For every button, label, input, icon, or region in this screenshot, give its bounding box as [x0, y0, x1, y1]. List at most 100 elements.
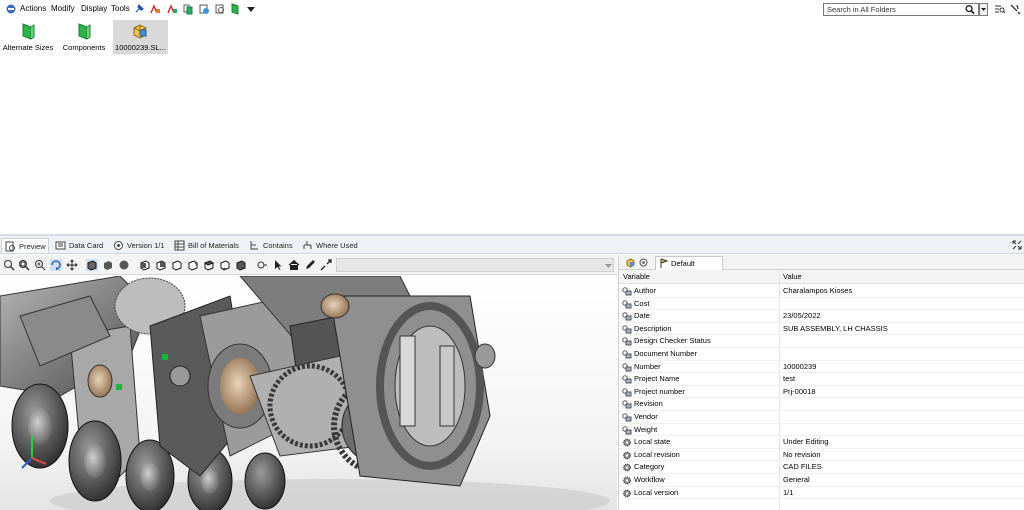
- view-back-icon[interactable]: [155, 259, 167, 271]
- check-in-icon[interactable]: [166, 3, 178, 15]
- check-out-icon[interactable]: [149, 3, 161, 15]
- variable-name: Design Checker Status: [634, 336, 711, 346]
- search-list-icon[interactable]: [994, 3, 1006, 15]
- view-front-icon[interactable]: [139, 259, 151, 271]
- variable-row[interactable]: Local revision No revision: [619, 449, 1024, 462]
- search-icon[interactable]: [964, 4, 976, 15]
- shaded-icon[interactable]: [102, 259, 114, 271]
- variable-row[interactable]: Cost: [619, 298, 1024, 311]
- file-label: 10000239.SL...: [115, 43, 166, 52]
- variable-row[interactable]: Revision: [619, 398, 1024, 411]
- zoom-to-fit-icon[interactable]: [3, 259, 15, 271]
- measure-icon[interactable]: [256, 259, 268, 271]
- vault-icon[interactable]: [5, 3, 17, 15]
- rotate-icon[interactable]: [50, 259, 62, 271]
- tab-bill-of-materials[interactable]: Bill of Materials: [171, 238, 243, 253]
- menu-modify[interactable]: Modify: [51, 4, 75, 13]
- select-arrow-icon[interactable]: [272, 259, 284, 271]
- zoom-to-area-icon[interactable]: [18, 259, 30, 271]
- view-left-icon[interactable]: [171, 259, 183, 271]
- expand-icon[interactable]: [1012, 240, 1022, 250]
- datacard-panel: Default Variable Value Author Charalampos…: [618, 255, 1024, 510]
- tab-preview[interactable]: Preview: [1, 238, 49, 253]
- markup-pen-icon[interactable]: [304, 259, 316, 271]
- tab-label: Bill of Materials: [188, 241, 239, 250]
- variable-value[interactable]: CAD FILES: [783, 461, 822, 474]
- configuration-dropdown[interactable]: [336, 258, 614, 272]
- tab-default-configuration[interactable]: Default: [655, 256, 723, 270]
- tab-data-card[interactable]: Data Card: [52, 238, 107, 253]
- tab-where-used[interactable]: Where Used: [299, 238, 361, 253]
- variable-row[interactable]: Project Name test: [619, 373, 1024, 386]
- variable-value[interactable]: No revision: [783, 449, 821, 462]
- variable-value[interactable]: 10000239: [783, 361, 816, 374]
- chevron-down-icon: [981, 8, 986, 11]
- variable-row[interactable]: Category CAD FILES: [619, 461, 1024, 474]
- view-right-icon[interactable]: [187, 259, 199, 271]
- folder-alternate-sizes[interactable]: Alternate Sizes: [0, 20, 56, 54]
- folder-components[interactable]: Components: [58, 20, 110, 54]
- variable-row[interactable]: Design Checker Status: [619, 335, 1024, 348]
- variable-row[interactable]: Project number Prj-00018: [619, 386, 1024, 399]
- search-input[interactable]: Search in All Folders: [823, 3, 979, 16]
- pin-icon[interactable]: [133, 3, 145, 15]
- view-top-icon[interactable]: [203, 259, 215, 271]
- variable-value[interactable]: SUB ASSEMBLY, LH CHASSIS: [783, 323, 888, 336]
- variable-row[interactable]: Workflow General: [619, 474, 1024, 487]
- column-header-value[interactable]: Value: [780, 270, 1024, 284]
- variable-row[interactable]: Local state Under Editing: [619, 436, 1024, 449]
- solidworks-assembly-icon[interactable]: [625, 257, 636, 268]
- variable-row[interactable]: Weight: [619, 424, 1024, 437]
- shaded-with-edges-icon[interactable]: [86, 259, 98, 271]
- variable-row[interactable]: Vendor: [619, 411, 1024, 424]
- menu-display[interactable]: Display: [81, 4, 107, 13]
- gear-icon: [623, 476, 631, 485]
- variable-value[interactable]: 23/05/2022: [783, 310, 821, 323]
- tab-contains[interactable]: Contains: [246, 238, 296, 253]
- variable-row[interactable]: Number 10000239: [619, 361, 1024, 374]
- variable-row[interactable]: Document Number: [619, 348, 1024, 361]
- file-10000239-sldasm[interactable]: 10000239.SL...: [113, 20, 168, 54]
- at-sign-icon[interactable]: [639, 258, 648, 267]
- green-folder-icon: [22, 23, 35, 40]
- copy-tree-icon[interactable]: [182, 3, 194, 15]
- variable-value[interactable]: Prj-00018: [783, 386, 816, 399]
- variable-value[interactable]: Under Editing: [783, 436, 828, 449]
- tab-version[interactable]: Version 1/1: [110, 238, 168, 253]
- explode-icon[interactable]: [320, 259, 332, 271]
- menu-actions[interactable]: Actions: [20, 4, 46, 13]
- 3d-model-preview[interactable]: [0, 276, 617, 510]
- display-mode-icon[interactable]: [118, 259, 130, 271]
- variable-name: Vendor: [634, 412, 658, 421]
- variable-value[interactable]: test: [783, 373, 795, 386]
- tab-label: Preview: [19, 242, 46, 251]
- view-bottom-icon[interactable]: [219, 259, 231, 271]
- search-document-icon[interactable]: [214, 3, 226, 15]
- variable-row[interactable]: Date 23/05/2022: [619, 310, 1024, 323]
- chevron-down-icon[interactable]: [245, 3, 257, 15]
- variable-row[interactable]: Description SUB ASSEMBLY, LH CHASSIS: [619, 323, 1024, 336]
- preview-icon: [5, 241, 15, 252]
- variable-value[interactable]: 1/1: [783, 487, 793, 500]
- column-header-variable[interactable]: Variable: [619, 270, 779, 284]
- settings-icon[interactable]: [1009, 3, 1021, 15]
- variable-value[interactable]: Charalampos Kioses: [783, 285, 852, 298]
- variable-row[interactable]: Local version 1/1: [619, 487, 1024, 500]
- variable-value[interactable]: General: [783, 474, 810, 487]
- variable-icon: [622, 299, 632, 309]
- green-folder-icon: [78, 23, 91, 40]
- variable-name: Description: [634, 323, 672, 333]
- new-folder-icon[interactable]: [229, 3, 241, 15]
- search-scope-dropdown[interactable]: [979, 3, 988, 16]
- menu-tools[interactable]: Tools: [111, 4, 130, 13]
- pan-icon[interactable]: [66, 259, 78, 271]
- variable-name: Cost: [634, 298, 650, 308]
- zoom-in-out-icon[interactable]: [34, 259, 46, 271]
- home-icon[interactable]: [288, 259, 300, 271]
- get-latest-icon[interactable]: [198, 3, 210, 15]
- view-isometric-icon[interactable]: [235, 259, 247, 271]
- variable-row[interactable]: Author Charalampos Kioses: [619, 285, 1024, 298]
- variable-name: Local revision: [634, 449, 680, 459]
- solidworks-assembly-icon: [133, 24, 147, 39]
- configuration-icon: [660, 258, 669, 268]
